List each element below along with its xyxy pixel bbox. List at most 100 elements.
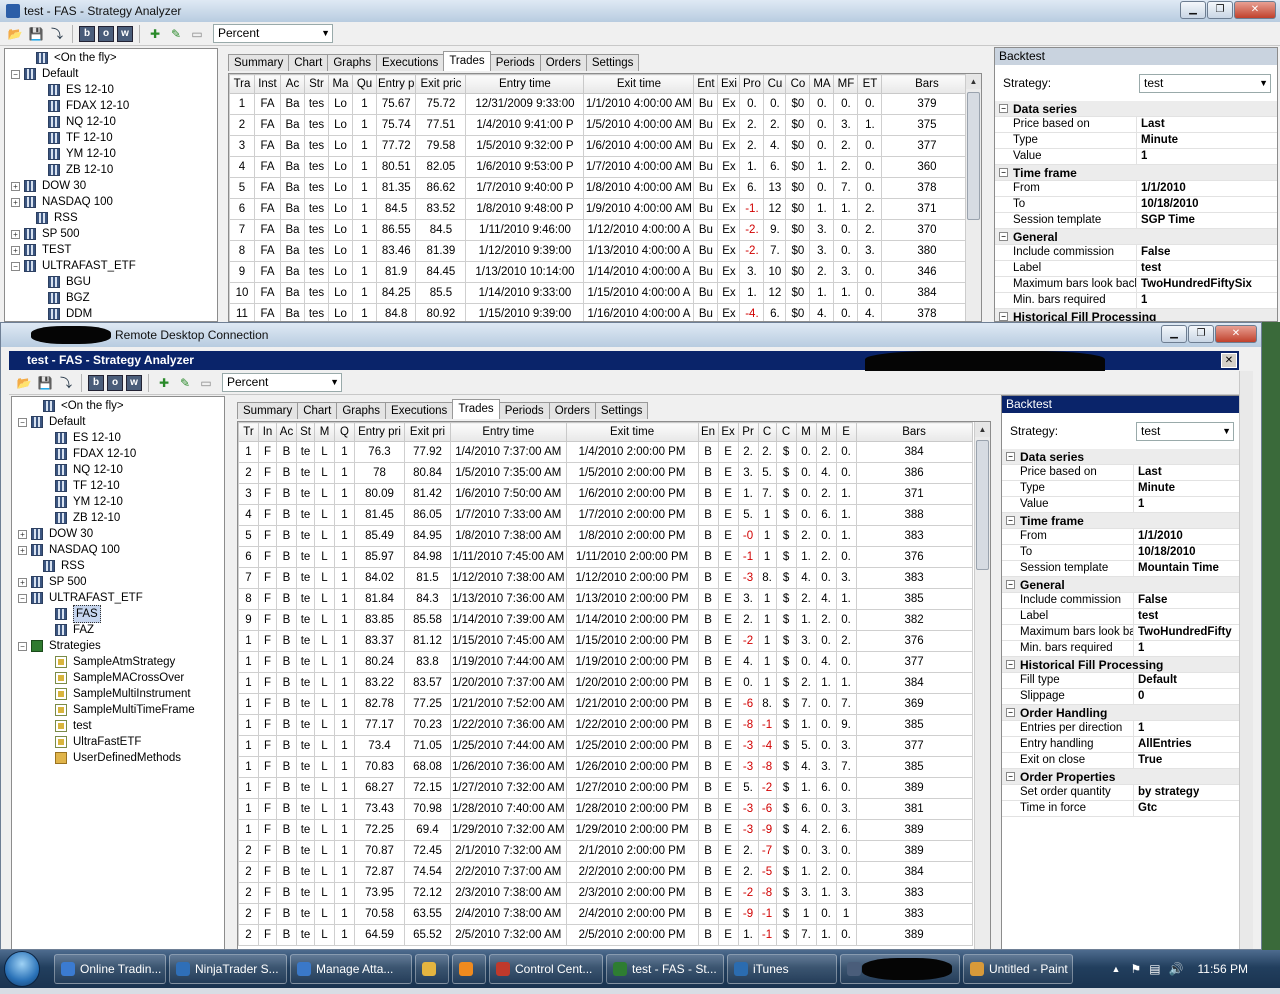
collapse-icon[interactable]: − <box>999 232 1008 241</box>
table-row[interactable]: 6 F Bte L 1 85.97 84.98 1/11/2010 7:45:00 AM 1/1… <box>238 546 973 568</box>
collapse-icon[interactable]: − <box>1006 580 1015 589</box>
tree-item[interactable]: <On the fly> <box>5 50 217 66</box>
property-category[interactable]: − Historical Fill Processing <box>1002 657 1240 673</box>
tree-item[interactable]: TF 12-10 <box>5 130 217 146</box>
property-value[interactable]: 1 <box>1134 641 1144 656</box>
tab-executions[interactable]: Executions <box>376 54 445 71</box>
property-row[interactable]: Exit on close True <box>1002 752 1240 769</box>
property-row[interactable]: Include commission False <box>995 244 1277 261</box>
property-value[interactable]: 1 <box>1134 721 1144 736</box>
property-row[interactable]: From 1/1/2010 <box>1002 528 1240 545</box>
property-row[interactable]: Value 1 <box>1002 496 1240 513</box>
collapse-icon[interactable]: − <box>1006 772 1015 781</box>
table-row[interactable]: 1 F Bte L 1 76.3 77.92 1/4/2010 7:37:00 AM 1/4/2… <box>238 441 973 463</box>
table-row[interactable]: 7 F Bte L 1 84.02 81.5 1/12/2010 7:38:00 AM 1/12… <box>238 567 973 589</box>
property-category[interactable]: − Time frame <box>995 165 1277 181</box>
property-value[interactable]: Minute <box>1137 133 1178 148</box>
collapse-icon[interactable]: − <box>1006 708 1015 717</box>
table-row[interactable]: 5 F Bte L 1 85.49 84.95 1/8/2010 7:38:00 AM 1/8/… <box>238 525 973 547</box>
minimize-icon[interactable]: ▁ <box>1180 1 1206 19</box>
table-row[interactable]: 1 F Bte L 1 83.37 81.12 1/15/2010 7:45:00 AM 1/1… <box>238 630 973 652</box>
column-header[interactable]: In <box>258 422 277 442</box>
column-header[interactable]: Ac <box>280 74 305 94</box>
rdc-grid-scrollbar[interactable]: ▲ <box>974 422 990 949</box>
column-header[interactable]: Entry pri <box>354 422 405 442</box>
table-row[interactable]: 9 FA Ba tes Lo 1 81.9 84.45 1/13/2010 10:14:00 1/… <box>229 261 973 283</box>
property-value[interactable]: test <box>1134 609 1158 624</box>
tree-item[interactable]: + SP 500 <box>12 574 224 590</box>
property-row[interactable]: Session template SGP Time <box>995 212 1277 229</box>
tree-item[interactable]: UltraFastETF <box>12 734 224 750</box>
property-row[interactable]: Price based on Last <box>995 116 1277 133</box>
column-header[interactable]: MA <box>809 74 835 94</box>
run-icon[interactable]: ⤵ <box>57 374 75 392</box>
column-header[interactable]: Exit pric <box>415 74 467 94</box>
column-header[interactable]: Co <box>785 74 811 94</box>
table-row[interactable]: 2 F Bte L 1 70.87 72.45 2/1/2010 7:32:00 AM 2/1/… <box>238 840 973 862</box>
tab-executions[interactable]: Executions <box>385 402 454 419</box>
column-header[interactable]: Ex <box>717 422 739 442</box>
property-category[interactable]: − Order Handling <box>1002 705 1240 721</box>
back-grid-scrollbar[interactable]: ▲ <box>965 74 981 321</box>
open-folder-icon[interactable]: 📂 <box>6 25 24 43</box>
remove-icon[interactable]: ▭ <box>188 25 206 43</box>
column-header[interactable]: Pr <box>737 422 759 442</box>
tab-orders[interactable]: Orders <box>548 402 596 419</box>
collapse-icon[interactable]: − <box>11 261 20 271</box>
table-row[interactable]: 2 F Bte L 1 72.87 74.54 2/2/2010 7:37:00 AM 2/2/… <box>238 861 973 883</box>
column-header[interactable]: Inst <box>254 74 281 94</box>
tree-item[interactable]: SampleMACrossOver <box>12 670 224 686</box>
property-row[interactable]: Include commission False <box>1002 592 1240 609</box>
expand-icon[interactable]: + <box>18 529 27 539</box>
minimize-icon[interactable]: ▁ <box>1161 325 1187 343</box>
table-row[interactable]: 1 F Bte L 1 73.4 71.05 1/25/2010 7:44:00 AM 1/25… <box>238 735 973 757</box>
property-value[interactable]: 10/18/2010 <box>1134 545 1196 560</box>
tree-item[interactable]: − ULTRAFAST_ETF <box>12 590 224 606</box>
expand-icon[interactable]: + <box>18 577 27 587</box>
column-header[interactable]: MF <box>833 74 859 94</box>
property-value[interactable]: 10/18/2010 <box>1137 197 1199 212</box>
taskbar-item[interactable]: test - FAS - St... <box>606 954 724 984</box>
property-row[interactable]: Value 1 <box>995 148 1277 165</box>
column-header[interactable]: Bars <box>881 74 973 94</box>
property-row[interactable]: Type Minute <box>995 132 1277 149</box>
table-row[interactable]: 10 FA Ba tes Lo 1 84.25 85.5 1/14/2010 9:33:00 1/… <box>229 282 973 304</box>
tree-item[interactable]: DDM <box>5 306 217 321</box>
column-header[interactable]: Ent <box>693 74 719 94</box>
property-row[interactable]: Type Minute <box>1002 480 1240 497</box>
property-category[interactable]: − Order Properties <box>1002 769 1240 785</box>
b-button[interactable]: b <box>88 374 104 391</box>
close-icon[interactable]: ✕ <box>1215 325 1257 343</box>
table-row[interactable]: 4 FA Ba tes Lo 1 80.51 82.05 1/6/2010 9:53:00 P1… <box>229 156 973 178</box>
expand-icon[interactable]: + <box>11 181 20 191</box>
tree-item[interactable]: − ULTRAFAST_ETF <box>5 258 217 274</box>
property-value[interactable]: 1/1/2010 <box>1134 529 1183 544</box>
tab-trades[interactable]: Trades <box>443 51 491 71</box>
close-icon[interactable]: ✕ <box>1234 1 1276 19</box>
property-row[interactable]: Session template Mountain Time <box>1002 560 1240 577</box>
property-row[interactable]: Label test <box>1002 608 1240 625</box>
property-value[interactable]: 1 <box>1137 293 1147 308</box>
column-header[interactable]: Exit pri <box>404 422 451 442</box>
tree-item[interactable]: RSS <box>5 210 217 226</box>
column-header[interactable]: C <box>775 422 797 442</box>
property-row[interactable]: Fill type Default <box>1002 672 1240 689</box>
w-button[interactable]: w <box>117 25 133 42</box>
column-header[interactable]: En <box>697 422 719 442</box>
table-row[interactable]: 8 FA Ba tes Lo 1 83.46 81.39 1/12/2010 9:39:00 1/… <box>229 240 973 262</box>
o-button[interactable]: o <box>107 374 123 391</box>
tree-item[interactable]: + DOW 30 <box>5 178 217 194</box>
tree-item[interactable]: <On the fly> <box>12 398 224 414</box>
tree-item[interactable]: − Default <box>12 414 224 430</box>
property-row[interactable]: Label test <box>995 260 1277 277</box>
table-row[interactable]: 8 F Bte L 1 81.84 84.3 1/13/2010 7:36:00 AM 1/13… <box>238 588 973 610</box>
maximize-icon[interactable]: ❐ <box>1188 325 1214 343</box>
tab-trades[interactable]: Trades <box>452 399 500 419</box>
clock[interactable]: 11:56 PM <box>1198 962 1248 976</box>
tree-item[interactable]: YM 12-10 <box>12 494 224 510</box>
collapse-icon[interactable]: − <box>11 69 20 79</box>
table-row[interactable]: 1 F Bte L 1 82.78 77.25 1/21/2010 7:52:00 AM 1/2… <box>238 693 973 715</box>
remove-icon[interactable]: ▭ <box>197 374 215 392</box>
edit-icon[interactable]: ✎ <box>167 25 185 43</box>
table-row[interactable]: 5 FA Ba tes Lo 1 81.35 86.62 1/7/2010 9:40:00 P1… <box>229 177 973 199</box>
